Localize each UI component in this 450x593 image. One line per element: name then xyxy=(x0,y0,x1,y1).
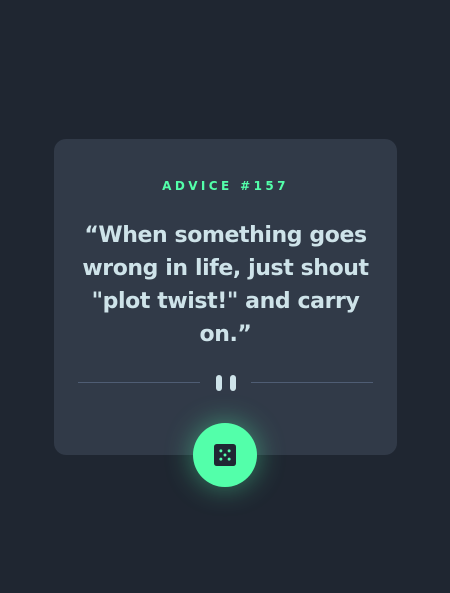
advice-card: ADVICE #157 “When something goes wrong i… xyxy=(54,139,397,455)
divider-line-right xyxy=(251,382,373,383)
generate-advice-button[interactable] xyxy=(193,423,257,487)
advice-id-label: ADVICE #157 xyxy=(162,179,289,193)
divider-line-left xyxy=(78,382,200,383)
dice-icon xyxy=(214,444,236,466)
advice-quote: “When something goes wrong in life, just… xyxy=(82,223,369,347)
page: ADVICE #157 “When something goes wrong i… xyxy=(0,0,450,593)
pause-icon xyxy=(215,375,236,391)
pattern-divider xyxy=(78,375,373,391)
